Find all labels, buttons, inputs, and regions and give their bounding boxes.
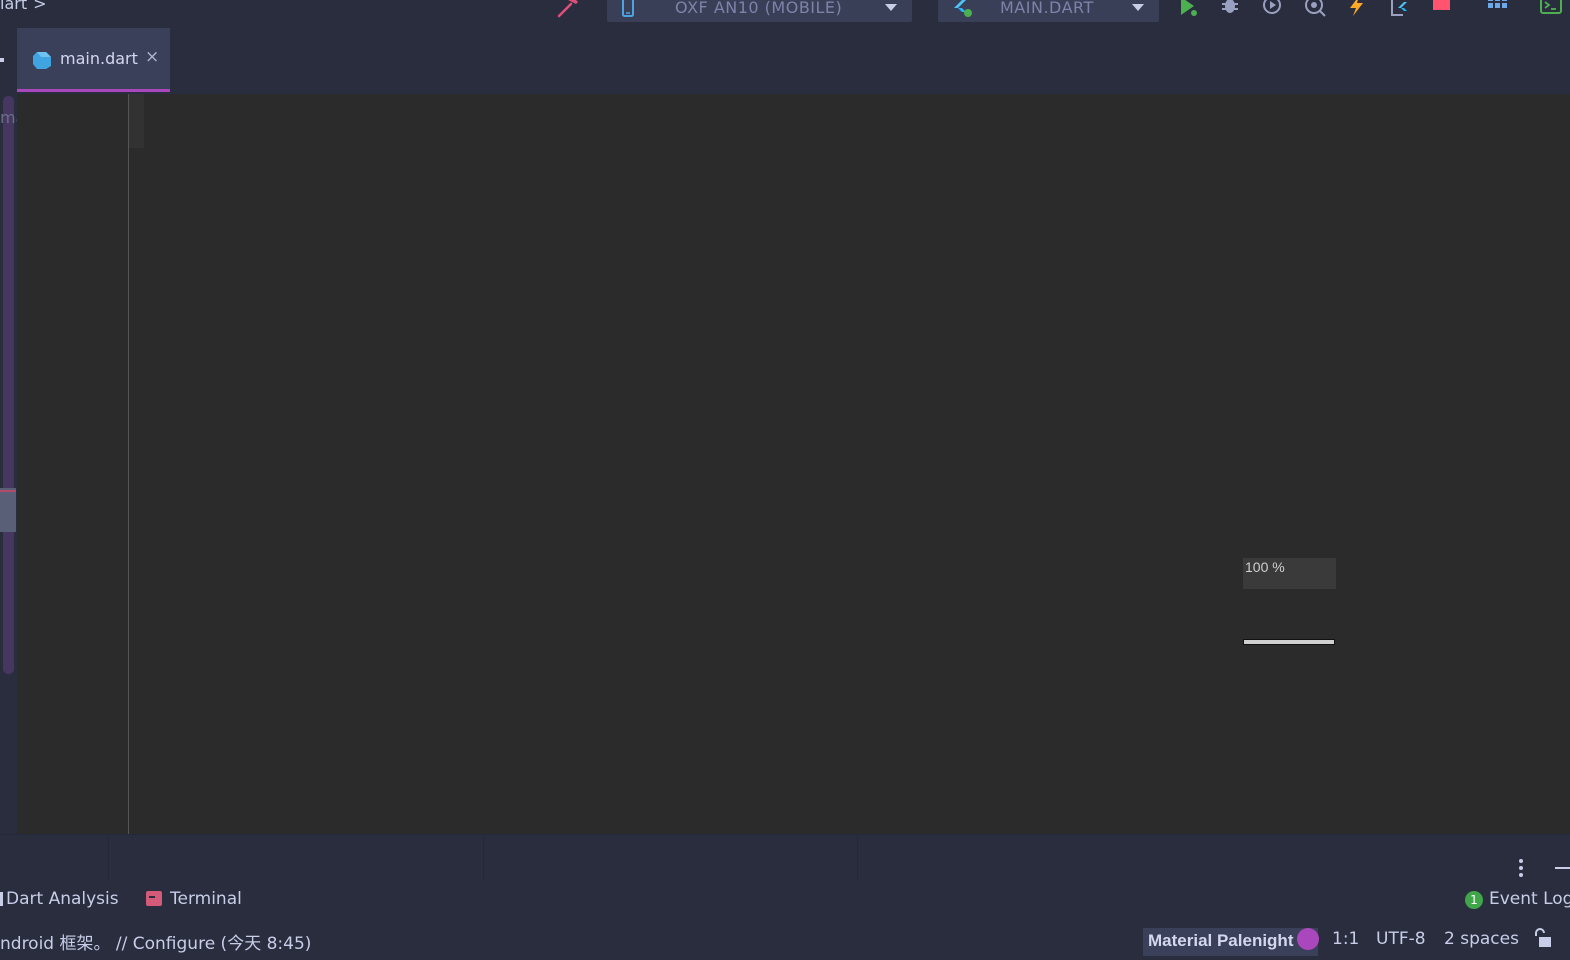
divider [483,836,484,880]
more-options-icon[interactable] [1518,858,1524,878]
breadcrumb[interactable]: lart > [0,0,47,13]
tab-overflow-marker [0,58,4,62]
run-icon[interactable] [1177,0,1199,18]
minimize-icon[interactable] [1555,867,1570,869]
structure-scrollbar[interactable] [3,96,14,674]
phone-icon [622,0,634,17]
dart-analysis-icon [0,892,3,906]
layout-icon[interactable] [1486,0,1508,18]
theme-color-dot [1297,928,1319,950]
zoom-label: 100 % [1245,559,1285,575]
strip-label: ma [0,108,17,127]
run-config-selector[interactable]: MAIN.DART [938,0,1159,22]
divider [108,836,109,880]
hot-reload-icon[interactable] [1346,0,1368,18]
profile-icon[interactable] [1261,0,1283,18]
theme-indicator[interactable]: Material Palenight [1143,928,1318,956]
debug-icon[interactable] [1219,0,1241,18]
terminal-icon[interactable] [1540,0,1562,18]
chevron-down-icon [885,4,897,11]
current-line-highlight [129,94,144,148]
chevron-right-icon: > [33,0,47,13]
attach-debugger-icon[interactable] [1304,0,1326,18]
terminal-tab[interactable]: Terminal [170,889,242,909]
tab-label: main.dart [60,49,138,68]
flutter-inspector-icon[interactable] [1388,0,1410,18]
divider [857,836,858,880]
flutter-config-icon [954,0,972,17]
tab-main-dart[interactable]: main.dart × [17,28,170,92]
lock-icon[interactable] [1532,928,1552,948]
dart-analysis-tab[interactable]: Dart Analysis [0,889,119,909]
device-selector[interactable]: OXF AN10 (MOBILE) [607,0,912,22]
indent-setting[interactable]: 2 spaces [1444,929,1519,949]
dart-analysis-label: Dart Analysis [6,889,119,909]
theme-name: Material Palenight [1148,931,1294,950]
run-config-label: MAIN.DART [1000,0,1094,17]
line-number-gutter [17,94,128,834]
zoom-indicator: 100 % [1243,558,1336,589]
breadcrumb-label: lart [0,0,28,13]
event-log-tab[interactable]: Event Log [1489,889,1570,909]
code-editor[interactable] [129,94,1570,834]
zoom-progress-bar [1243,639,1335,645]
event-log-badge: 1 [1465,891,1483,909]
close-icon[interactable]: × [145,47,159,67]
dart-icon [33,52,51,69]
error-marker [0,490,16,492]
hammer-icon[interactable] [556,0,580,18]
editor-tab-bar [0,26,1570,94]
status-message[interactable]: ndroid 框架。 // Configure (今天 8:45) [0,929,311,954]
scroll-thumb[interactable] [0,488,16,532]
terminal-tab-icon [146,891,162,906]
chevron-down-icon [1132,4,1144,11]
stop-icon[interactable] [1431,0,1453,18]
tool-window-area [0,834,1570,881]
cursor-position[interactable]: 1:1 [1332,929,1359,949]
file-encoding[interactable]: UTF-8 [1376,929,1426,949]
device-selector-label: OXF AN10 (MOBILE) [675,0,843,17]
